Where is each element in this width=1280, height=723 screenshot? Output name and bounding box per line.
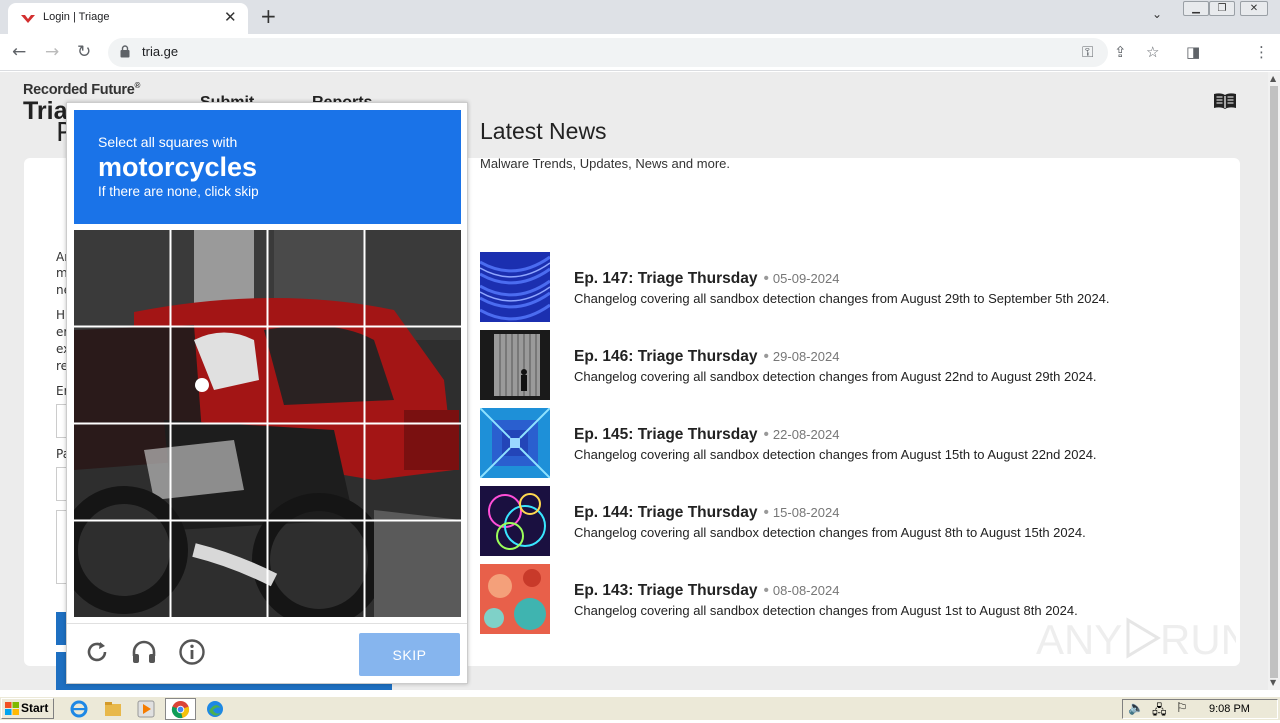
new-tab-icon[interactable]: + bbox=[260, 4, 277, 28]
skip-button[interactable]: SKIP bbox=[359, 633, 460, 676]
news-description: Changelog covering all sandbox detection… bbox=[574, 603, 1078, 618]
action-center-flag-icon[interactable]: ⚐ bbox=[1176, 701, 1188, 716]
windows-taskbar: Start 🔈 🖧 ⚐ 9:08 PM bbox=[0, 696, 1280, 720]
internet-explorer-icon[interactable] bbox=[69, 699, 89, 719]
anyrun-watermark: ANY RUN bbox=[1036, 616, 1236, 663]
tab-title: Login | Triage bbox=[43, 11, 110, 23]
news-thumbnail bbox=[480, 330, 550, 400]
chrome-icon bbox=[171, 700, 190, 719]
page-scrollbar[interactable]: ▲ ▼ bbox=[1268, 72, 1280, 690]
windows-flag-icon bbox=[5, 702, 19, 715]
restore-window-button[interactable]: ❐ bbox=[1209, 1, 1235, 16]
chrome-taskbar-button[interactable] bbox=[165, 698, 196, 720]
latest-news-subtitle: Malware Trends, Updates, News and more. bbox=[480, 156, 730, 171]
captcha-target-word: motorcycles bbox=[98, 152, 258, 182]
side-panel-icon[interactable]: ◨ bbox=[1186, 43, 1200, 61]
scroll-down-icon[interactable]: ▼ bbox=[1270, 678, 1276, 687]
news-title[interactable]: Ep. 145: Triage Thursday • 22-08-2024 bbox=[574, 426, 839, 444]
share-icon[interactable]: ⇪ bbox=[1114, 43, 1127, 61]
news-description: Changelog covering all sandbox detection… bbox=[574, 447, 1097, 462]
news-title[interactable]: Ep. 144: Triage Thursday • 15-08-2024 bbox=[574, 504, 839, 522]
captcha-footer: SKIP bbox=[67, 623, 467, 683]
forward-arrow-icon[interactable]: → bbox=[45, 42, 59, 62]
taskbar-clock[interactable]: 9:08 PM bbox=[1209, 703, 1250, 715]
news-item[interactable]: Ep. 144: Triage Thursday • 15-08-2024 Chan… bbox=[480, 486, 1220, 556]
tab-close-icon[interactable]: ✕ bbox=[224, 8, 237, 26]
triage-favicon-icon bbox=[21, 15, 35, 23]
close-window-button[interactable]: ✕ bbox=[1240, 1, 1268, 16]
browser-toolbar: ← → ↻ tria.ge ⚿ ⇪ ☆ ◨ ⋮ bbox=[0, 34, 1280, 97]
browser-tabstrip: Login | Triage ✕ + ⌄ ▁ ❐ ✕ bbox=[0, 0, 1280, 34]
news-item[interactable]: Ep. 146: Triage Thursday • 29-08-2024 Chan… bbox=[480, 330, 1220, 400]
news-description: Changelog covering all sandbox detection… bbox=[574, 369, 1097, 384]
news-thumbnail bbox=[480, 252, 550, 322]
key-icon[interactable]: ⚿ bbox=[1082, 43, 1093, 61]
svg-text:RUN: RUN bbox=[1160, 616, 1236, 663]
system-tray: 🔈 🖧 ⚐ 9:08 PM bbox=[1122, 699, 1278, 719]
browser-tab[interactable]: Login | Triage ✕ bbox=[8, 3, 248, 34]
more-menu-icon[interactable]: ⋮ bbox=[1254, 43, 1269, 61]
svg-text:ANY: ANY bbox=[1036, 616, 1122, 663]
url-text[interactable]: tria.ge bbox=[142, 44, 178, 59]
bookmark-star-icon[interactable]: ☆ bbox=[1146, 43, 1159, 61]
news-item[interactable]: Ep. 145: Triage Thursday • 22-08-2024 Chan… bbox=[480, 408, 1220, 478]
media-player-icon[interactable] bbox=[136, 699, 156, 719]
scroll-up-icon[interactable]: ▲ bbox=[1270, 74, 1276, 83]
info-icon[interactable] bbox=[178, 638, 206, 666]
start-label: Start bbox=[21, 701, 49, 715]
news-title[interactable]: Ep. 143: Triage Thursday • 08-08-2024 bbox=[574, 582, 839, 600]
captcha-hint: If there are none, click skip bbox=[98, 184, 259, 199]
news-item[interactable]: Ep. 147: Triage Thursday • 05-09-2024 Chan… bbox=[480, 252, 1220, 322]
news-thumbnail bbox=[480, 564, 550, 634]
volume-icon[interactable]: 🔈 bbox=[1128, 701, 1144, 716]
captcha-image-grid[interactable] bbox=[60, 230, 461, 627]
news-description: Changelog covering all sandbox detection… bbox=[574, 291, 1110, 306]
news-thumbnail bbox=[480, 486, 550, 556]
docs-book-icon[interactable] bbox=[1213, 92, 1237, 110]
news-thumbnail bbox=[480, 408, 550, 478]
captcha-grid-lines bbox=[74, 230, 461, 617]
scroll-thumb[interactable] bbox=[1270, 86, 1278, 678]
minimize-window-button[interactable]: ▁ bbox=[1183, 1, 1209, 16]
reload-icon[interactable]: ↻ bbox=[77, 42, 91, 62]
edge-icon[interactable] bbox=[205, 699, 225, 719]
start-button[interactable]: Start bbox=[1, 698, 54, 719]
back-arrow-icon[interactable]: ← bbox=[12, 42, 26, 62]
captcha-header: Select all squares with motorcycles If t… bbox=[74, 110, 461, 224]
latest-news-heading: Latest News bbox=[480, 118, 607, 144]
news-description: Changelog covering all sandbox detection… bbox=[574, 525, 1086, 540]
brand-recorded-future: Recorded Future® bbox=[23, 81, 141, 98]
news-title[interactable]: Ep. 147: Triage Thursday • 05-09-2024 bbox=[574, 270, 839, 288]
audio-challenge-headphones-icon[interactable] bbox=[130, 638, 158, 666]
file-explorer-icon[interactable] bbox=[103, 699, 123, 719]
address-bar[interactable]: tria.ge bbox=[108, 38, 1108, 67]
lock-icon bbox=[120, 45, 130, 58]
reload-challenge-icon[interactable] bbox=[83, 638, 111, 666]
captcha-prompt: Select all squares with bbox=[98, 134, 238, 150]
news-title[interactable]: Ep. 146: Triage Thursday • 29-08-2024 bbox=[574, 348, 839, 366]
captcha-challenge-dialog: Select all squares with motorcycles If t… bbox=[60, 102, 468, 684]
tab-search-chevron-icon[interactable]: ⌄ bbox=[1152, 7, 1162, 21]
